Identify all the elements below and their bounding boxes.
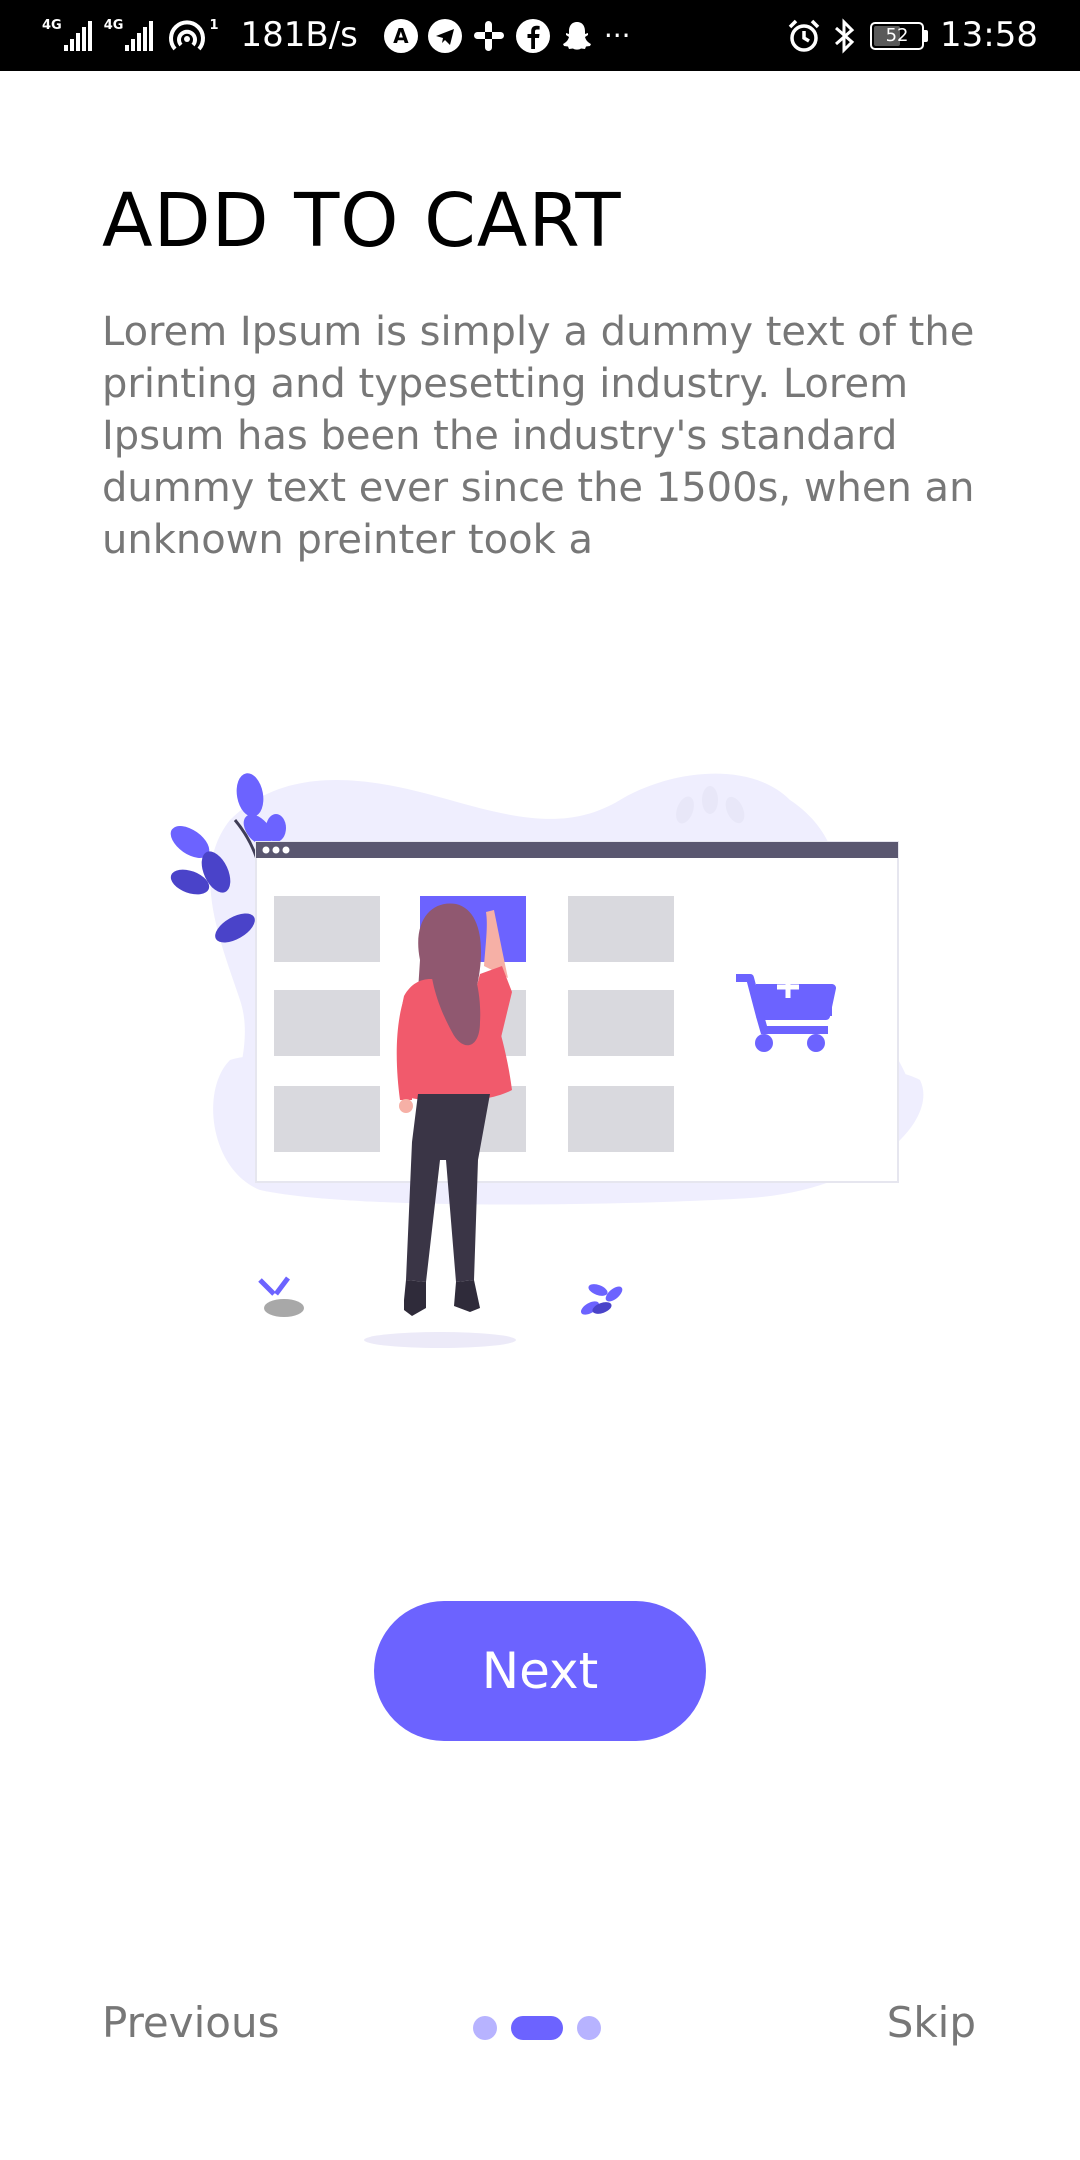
bluetooth-icon <box>835 17 855 54</box>
app-a-icon: A <box>383 18 418 53</box>
clock: 13:58 <box>940 15 1038 55</box>
product-tile <box>568 896 674 962</box>
signal-icon <box>125 20 154 51</box>
add-to-cart-illustration <box>170 773 924 1348</box>
decor-drop <box>702 786 718 814</box>
page-title: ADD TO CART <box>102 178 622 264</box>
status-bar: 4G 4G 1 181B/s A ··· 52 13:58 <box>0 0 1080 71</box>
hotspot-icon <box>169 19 206 50</box>
small-plant-icon <box>258 1276 304 1317</box>
battery-tip <box>924 29 929 42</box>
page-dot[interactable] <box>577 2016 601 2040</box>
page-dot-active[interactable] <box>511 2016 563 2040</box>
product-tile <box>274 896 380 962</box>
signal-icon <box>63 20 92 51</box>
next-button[interactable]: Next <box>374 1601 706 1741</box>
product-tile <box>274 1086 380 1152</box>
product-tile <box>568 990 674 1056</box>
telegram-icon <box>427 18 462 53</box>
page-description: Lorem Ipsum is simply a dummy text of th… <box>102 309 975 563</box>
more-notifications-icon: ··· <box>603 19 631 52</box>
hotspot-count: 1 <box>209 18 219 33</box>
facebook-icon <box>515 18 550 53</box>
status-bar-right: 52 13:58 <box>786 0 1038 71</box>
battery-level: 52 <box>885 24 909 46</box>
page-indicator <box>473 2016 601 2040</box>
alarm-icon <box>788 19 820 52</box>
network-type-1: 4G <box>42 18 62 33</box>
product-tile <box>568 1086 674 1152</box>
leaves-icon <box>580 1284 623 1315</box>
network-speed: 181B/s <box>240 15 358 55</box>
slack-icon <box>473 20 504 51</box>
previous-link[interactable]: Previous <box>102 1998 280 2047</box>
network-type-2: 4G <box>103 18 124 33</box>
product-tile <box>274 990 380 1056</box>
battery-icon: 52 <box>870 21 925 50</box>
status-bar-left: 4G 4G 1 181B/s A ··· <box>42 0 631 71</box>
page-dot[interactable] <box>473 2016 497 2040</box>
skip-link[interactable]: Skip <box>887 1998 976 2047</box>
snapchat-icon <box>562 21 591 50</box>
